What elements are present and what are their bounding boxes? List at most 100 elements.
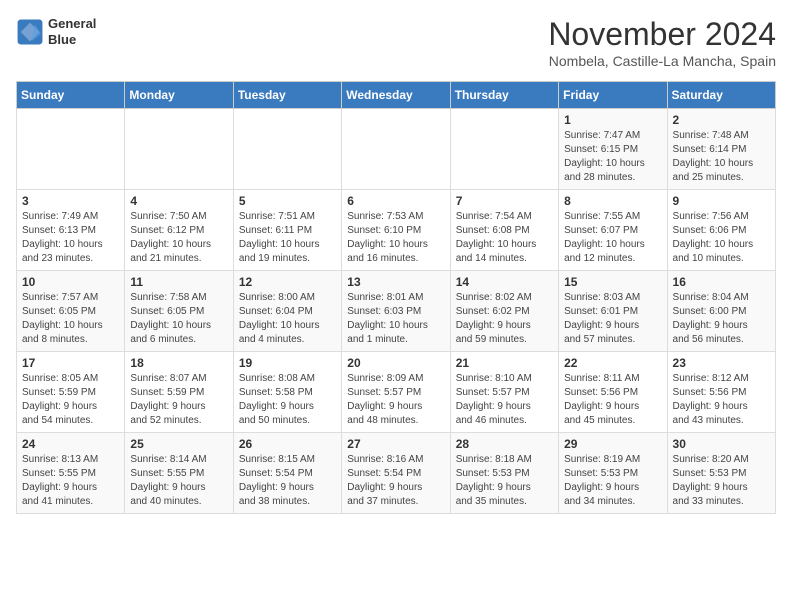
day-info: Sunrise: 7:56 AM Sunset: 6:06 PM Dayligh… [673, 210, 770, 266]
day-info: Sunrise: 8:09 AM Sunset: 5:57 PM Dayligh… [347, 372, 444, 428]
calendar-cell: 10Sunrise: 7:57 AM Sunset: 6:05 PM Dayli… [17, 271, 125, 352]
calendar-cell: 2 Sunrise: 7:48 AM Sunset: 6:14 PM Daylig… [667, 109, 775, 190]
calendar-cell: 9 Sunrise: 7:56 AM Sunset: 6:06 PM Daylig… [667, 190, 775, 271]
day-info: Sunrise: 8:00 AM Sunset: 6:04 PM Dayligh… [239, 291, 336, 347]
calendar-cell: 6 Sunrise: 7:53 AM Sunset: 6:10 PM Daylig… [342, 190, 450, 271]
calendar-cell: 1 Sunrise: 7:47 AM Sunset: 6:15 PM Daylig… [559, 109, 667, 190]
day-number: 19 [239, 356, 336, 370]
month-title: November 2024 [548, 16, 776, 53]
calendar-cell: 24Sunrise: 8:13 AM Sunset: 5:55 PM Dayli… [17, 433, 125, 514]
day-info: Sunrise: 7:48 AM Sunset: 6:14 PM Dayligh… [673, 129, 770, 185]
day-info: Sunrise: 8:07 AM Sunset: 5:59 PM Dayligh… [130, 372, 227, 428]
day-info: Sunrise: 7:49 AM Sunset: 6:13 PM Dayligh… [22, 210, 119, 266]
calendar-cell: 21 Sunrise: 8:10 AM Sunset: 5:57 PM Dayli… [450, 352, 558, 433]
day-info: Sunrise: 8:12 AM Sunset: 5:56 PM Dayligh… [673, 372, 770, 428]
day-number: 6 [347, 194, 444, 208]
calendar-cell: 16Sunrise: 8:04 AM Sunset: 6:00 PM Dayli… [667, 271, 775, 352]
weekday-header-saturday: Saturday [667, 82, 775, 109]
calendar-cell: 28 Sunrise: 8:18 AM Sunset: 5:53 PM Dayli… [450, 433, 558, 514]
day-number: 16 [673, 275, 770, 289]
calendar-cell: 30 Sunrise: 8:20 AM Sunset: 5:53 PM Dayli… [667, 433, 775, 514]
calendar-cell: 14 Sunrise: 8:02 AM Sunset: 6:02 PM Dayli… [450, 271, 558, 352]
page-header: General Blue November 2024 Nombela, Cast… [16, 16, 776, 69]
week-row-4: 17Sunrise: 8:05 AM Sunset: 5:59 PM Dayli… [17, 352, 776, 433]
calendar-cell: 19Sunrise: 8:08 AM Sunset: 5:58 PM Dayli… [233, 352, 341, 433]
logo-icon [16, 18, 44, 46]
day-number: 9 [673, 194, 770, 208]
day-info: Sunrise: 8:20 AM Sunset: 5:53 PM Dayligh… [673, 453, 770, 509]
day-number: 20 [347, 356, 444, 370]
weekday-header-thursday: Thursday [450, 82, 558, 109]
logo-line1: General [48, 16, 96, 32]
day-number: 17 [22, 356, 119, 370]
calendar-cell: 18 Sunrise: 8:07 AM Sunset: 5:59 PM Dayli… [125, 352, 233, 433]
week-row-5: 24Sunrise: 8:13 AM Sunset: 5:55 PM Dayli… [17, 433, 776, 514]
day-number: 7 [456, 194, 553, 208]
day-info: Sunrise: 7:53 AM Sunset: 6:10 PM Dayligh… [347, 210, 444, 266]
day-info: Sunrise: 8:18 AM Sunset: 5:53 PM Dayligh… [456, 453, 553, 509]
day-number: 26 [239, 437, 336, 451]
day-info: Sunrise: 7:54 AM Sunset: 6:08 PM Dayligh… [456, 210, 553, 266]
day-info: Sunrise: 8:10 AM Sunset: 5:57 PM Dayligh… [456, 372, 553, 428]
logo: General Blue [16, 16, 96, 47]
day-number: 3 [22, 194, 119, 208]
day-number: 8 [564, 194, 661, 208]
day-info: Sunrise: 7:58 AM Sunset: 6:05 PM Dayligh… [130, 291, 227, 347]
day-number: 25 [130, 437, 227, 451]
day-number: 27 [347, 437, 444, 451]
calendar-cell: 13 Sunrise: 8:01 AM Sunset: 6:03 PM Dayli… [342, 271, 450, 352]
day-info: Sunrise: 8:15 AM Sunset: 5:54 PM Dayligh… [239, 453, 336, 509]
day-number: 29 [564, 437, 661, 451]
day-info: Sunrise: 8:13 AM Sunset: 5:55 PM Dayligh… [22, 453, 119, 509]
day-number: 1 [564, 113, 661, 127]
calendar-cell: 29Sunrise: 8:19 AM Sunset: 5:53 PM Dayli… [559, 433, 667, 514]
calendar-cell [17, 109, 125, 190]
weekday-header-wednesday: Wednesday [342, 82, 450, 109]
day-info: Sunrise: 7:51 AM Sunset: 6:11 PM Dayligh… [239, 210, 336, 266]
calendar-cell: 5Sunrise: 7:51 AM Sunset: 6:11 PM Daylig… [233, 190, 341, 271]
calendar-cell: 25 Sunrise: 8:14 AM Sunset: 5:55 PM Dayli… [125, 433, 233, 514]
day-number: 18 [130, 356, 227, 370]
calendar-cell: 23 Sunrise: 8:12 AM Sunset: 5:56 PM Dayli… [667, 352, 775, 433]
calendar-table: SundayMondayTuesdayWednesdayThursdayFrid… [16, 81, 776, 514]
calendar-cell [342, 109, 450, 190]
day-number: 4 [130, 194, 227, 208]
weekday-header-monday: Monday [125, 82, 233, 109]
calendar-cell: 8 Sunrise: 7:55 AM Sunset: 6:07 PM Daylig… [559, 190, 667, 271]
day-info: Sunrise: 8:01 AM Sunset: 6:03 PM Dayligh… [347, 291, 444, 347]
location: Nombela, Castille-La Mancha, Spain [548, 53, 776, 69]
weekday-header-sunday: Sunday [17, 82, 125, 109]
day-info: Sunrise: 7:55 AM Sunset: 6:07 PM Dayligh… [564, 210, 661, 266]
day-info: Sunrise: 8:16 AM Sunset: 5:54 PM Dayligh… [347, 453, 444, 509]
calendar-cell: 26 Sunrise: 8:15 AM Sunset: 5:54 PM Dayli… [233, 433, 341, 514]
day-number: 30 [673, 437, 770, 451]
day-number: 21 [456, 356, 553, 370]
day-number: 2 [673, 113, 770, 127]
day-number: 12 [239, 275, 336, 289]
day-number: 14 [456, 275, 553, 289]
calendar-cell: 22Sunrise: 8:11 AM Sunset: 5:56 PM Dayli… [559, 352, 667, 433]
calendar-cell [125, 109, 233, 190]
calendar-cell: 7 Sunrise: 7:54 AM Sunset: 6:08 PM Daylig… [450, 190, 558, 271]
calendar-cell: 4Sunrise: 7:50 AM Sunset: 6:12 PM Daylig… [125, 190, 233, 271]
day-number: 28 [456, 437, 553, 451]
weekday-header-row: SundayMondayTuesdayWednesdayThursdayFrid… [17, 82, 776, 109]
calendar-cell [450, 109, 558, 190]
week-row-1: 1 Sunrise: 7:47 AM Sunset: 6:15 PM Daylig… [17, 109, 776, 190]
calendar-cell: 27 Sunrise: 8:16 AM Sunset: 5:54 PM Dayli… [342, 433, 450, 514]
day-number: 13 [347, 275, 444, 289]
day-number: 11 [130, 275, 227, 289]
calendar-cell: 11 Sunrise: 7:58 AM Sunset: 6:05 PM Dayli… [125, 271, 233, 352]
weekday-header-friday: Friday [559, 82, 667, 109]
calendar-cell: 12 Sunrise: 8:00 AM Sunset: 6:04 PM Dayli… [233, 271, 341, 352]
calendar-cell: 3 Sunrise: 7:49 AM Sunset: 6:13 PM Daylig… [17, 190, 125, 271]
day-info: Sunrise: 8:03 AM Sunset: 6:01 PM Dayligh… [564, 291, 661, 347]
day-number: 15 [564, 275, 661, 289]
day-info: Sunrise: 8:14 AM Sunset: 5:55 PM Dayligh… [130, 453, 227, 509]
day-info: Sunrise: 8:02 AM Sunset: 6:02 PM Dayligh… [456, 291, 553, 347]
day-number: 23 [673, 356, 770, 370]
logo-line2: Blue [48, 32, 96, 48]
day-info: Sunrise: 7:47 AM Sunset: 6:15 PM Dayligh… [564, 129, 661, 185]
day-info: Sunrise: 8:11 AM Sunset: 5:56 PM Dayligh… [564, 372, 661, 428]
calendar-cell [233, 109, 341, 190]
